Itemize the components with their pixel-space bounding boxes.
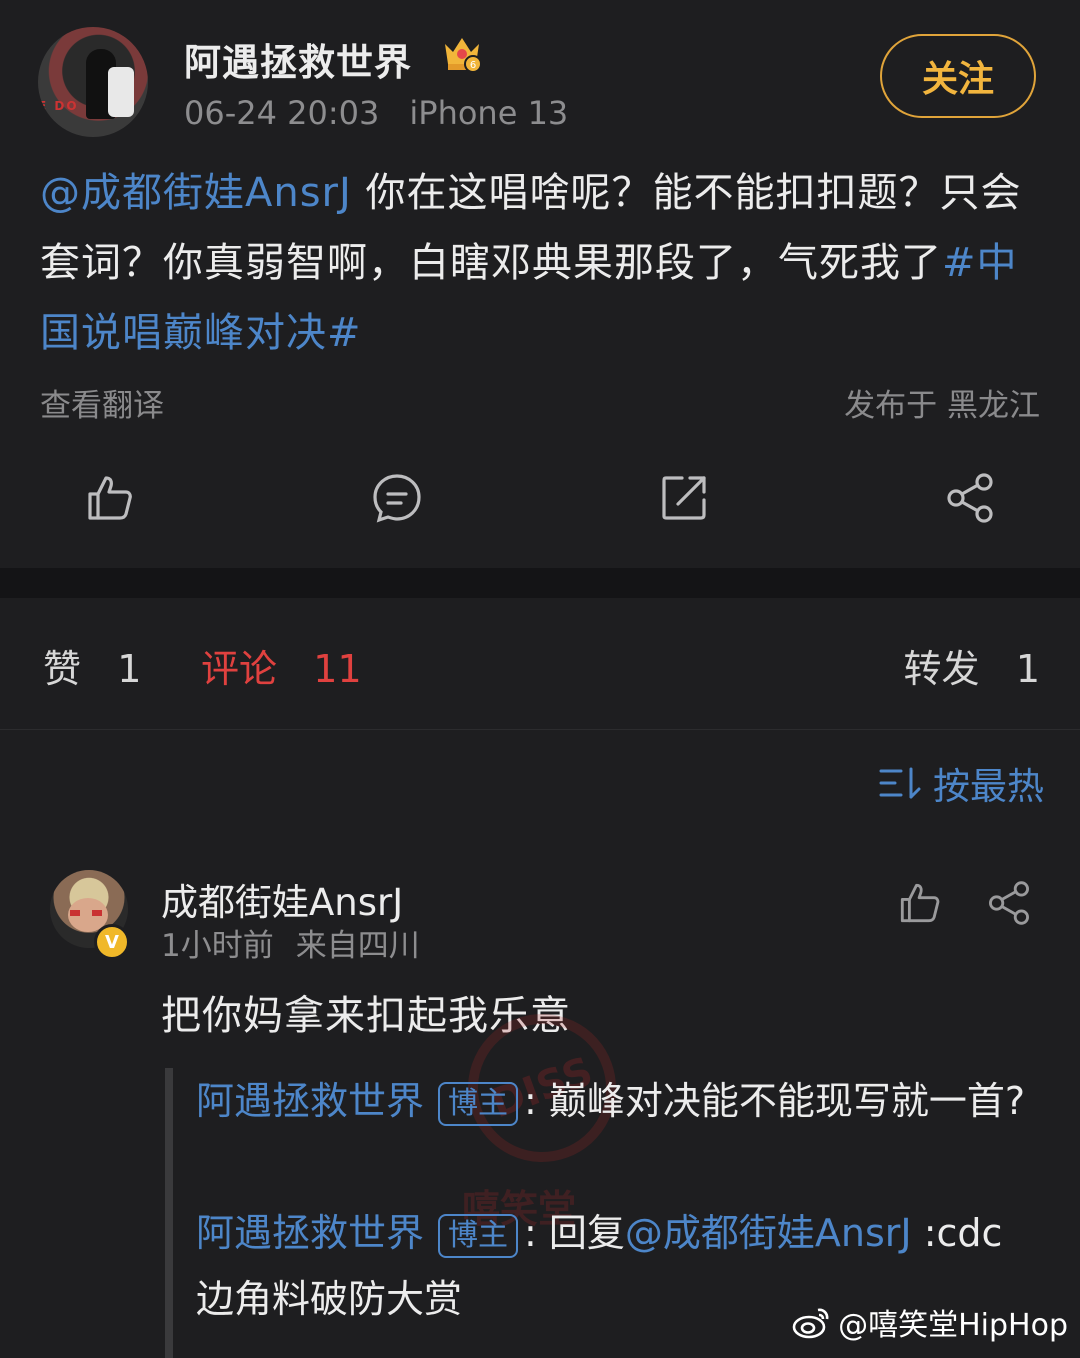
- like-icon[interactable]: [84, 472, 136, 524]
- likes-label: 赞: [43, 647, 82, 691]
- post-author-name[interactable]: 阿遇拯救世界: [184, 32, 412, 86]
- reposts-label: 转发: [903, 647, 980, 691]
- reply-prefix: 回复: [548, 1211, 625, 1255]
- post-mention[interactable]: @成都街娃AnsrJ: [40, 170, 352, 216]
- translate-link[interactable]: 查看翻译: [40, 380, 164, 425]
- post-location: 发布于 黑龙江: [844, 388, 1040, 424]
- reply-mention[interactable]: @成都街娃AnsrJ: [625, 1211, 912, 1255]
- author-avatar[interactable]: E DO: [38, 27, 148, 137]
- reply-text: 巅峰对决能不能现写就一首?: [548, 1079, 1026, 1123]
- watermark-handle: @嘻笑堂HipHop: [838, 1308, 1068, 1343]
- comment-source: 来自四川: [295, 928, 420, 964]
- comments-label: 评论: [201, 647, 278, 691]
- author-tag-badge: 博主: [438, 1213, 519, 1258]
- avatar-text: E DO: [38, 99, 79, 113]
- author-tag-badge: 博主: [438, 1081, 519, 1126]
- reposts-count: 1: [1015, 647, 1040, 691]
- weibo-logo-icon: [792, 1308, 829, 1339]
- comment-author[interactable]: 成都街娃AnsrJ: [161, 872, 403, 926]
- follow-button[interactable]: 关注: [880, 34, 1036, 118]
- weibo-watermark: @嘻笑堂HipHop: [792, 1300, 1068, 1344]
- svg-text:6: 6: [470, 60, 476, 71]
- post-device: iPhone 13: [409, 94, 569, 132]
- comments-count: 11: [313, 647, 362, 691]
- tab-likes[interactable]: 赞 1: [43, 638, 141, 693]
- post-meta: 06-24 20:03 iPhone 13: [184, 94, 568, 132]
- comment-share-icon[interactable]: [986, 880, 1032, 926]
- sort-label: 按最热: [933, 765, 1044, 808]
- sort-button[interactable]: 按最热: [879, 756, 1044, 810]
- comment-icon[interactable]: [371, 472, 423, 524]
- tab-reposts[interactable]: 转发 1: [904, 638, 1040, 693]
- section-separator: [0, 568, 1080, 598]
- sort-icon: [879, 767, 921, 799]
- comment-meta: 1小时前 来自四川: [161, 920, 420, 965]
- post-body: @成都街娃AnsrJ 你在这唱啥呢？能不能扣扣题？只会套词？你真弱智啊，白瞎邓典…: [40, 158, 1050, 368]
- vip-crown-icon: 6: [445, 38, 482, 73]
- reply-author[interactable]: 阿遇拯救世界: [196, 1079, 424, 1123]
- verified-badge-icon: V: [94, 924, 130, 960]
- reply-item[interactable]: 阿遇拯救世界 博主: 巅峰对决能不能现写就一首?: [196, 1068, 1036, 1134]
- post-date: 06-24 20:03: [184, 94, 380, 132]
- comment-time: 1小时前: [161, 928, 274, 964]
- share-icon[interactable]: [944, 472, 996, 524]
- tab-comments[interactable]: 评论 11: [201, 638, 362, 693]
- reply-author[interactable]: 阿遇拯救世界: [196, 1211, 424, 1255]
- comment-like-icon[interactable]: [897, 880, 943, 926]
- divider: [0, 729, 1080, 730]
- likes-count: 1: [117, 647, 142, 691]
- reply-thread-bar: [165, 1068, 173, 1358]
- repost-icon[interactable]: [658, 472, 710, 524]
